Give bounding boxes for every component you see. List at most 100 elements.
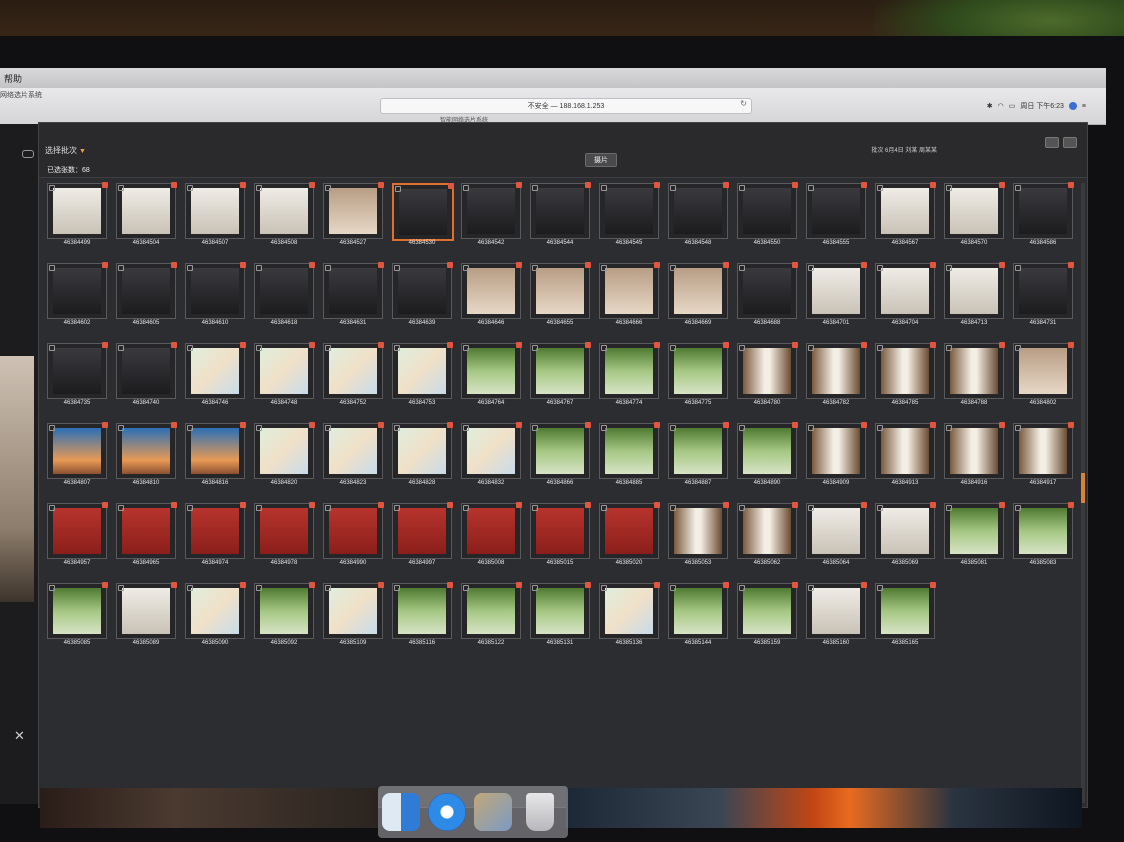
select-checkbox[interactable] xyxy=(877,345,883,351)
menu-help[interactable]: 帮助 xyxy=(0,72,26,85)
photo-item[interactable]: 46384688 xyxy=(737,262,798,327)
select-checkbox[interactable] xyxy=(670,265,676,271)
photo-thumbnail[interactable] xyxy=(806,582,867,639)
selected-badge-icon[interactable] xyxy=(378,262,384,268)
photo-thumbnail[interactable] xyxy=(668,182,729,239)
photo-thumbnail[interactable] xyxy=(806,422,867,479)
select-checkbox[interactable] xyxy=(670,585,676,591)
photo-item[interactable]: 46384990 xyxy=(323,502,384,567)
photo-thumbnail[interactable] xyxy=(806,262,867,319)
photo-item[interactable]: 46384997 xyxy=(392,502,453,567)
photo-item[interactable]: 46384788 xyxy=(944,342,1005,407)
photo-item[interactable]: 46384704 xyxy=(875,262,936,327)
select-checkbox[interactable] xyxy=(1015,425,1021,431)
photo-thumbnail[interactable] xyxy=(116,262,177,319)
photo-thumbnail[interactable] xyxy=(323,262,384,319)
photo-thumbnail[interactable] xyxy=(254,262,315,319)
photo-item[interactable]: 46384542 xyxy=(461,182,522,247)
selected-badge-icon[interactable] xyxy=(723,182,729,188)
photo-thumbnail[interactable] xyxy=(599,502,660,559)
selected-badge-icon[interactable] xyxy=(102,422,108,428)
photo-thumbnail[interactable] xyxy=(461,582,522,639)
photo-thumbnail[interactable] xyxy=(737,582,798,639)
photo-item[interactable]: 46384618 xyxy=(254,262,315,327)
select-checkbox[interactable] xyxy=(808,505,814,511)
selected-badge-icon[interactable] xyxy=(861,502,867,508)
selected-badge-icon[interactable] xyxy=(171,342,177,348)
selected-badge-icon[interactable] xyxy=(723,582,729,588)
photo-item[interactable]: 46384646 xyxy=(461,262,522,327)
selected-badge-icon[interactable] xyxy=(792,342,798,348)
photo-thumbnail[interactable] xyxy=(737,182,798,239)
photo-item[interactable]: 46384957 xyxy=(47,502,108,567)
photo-thumbnail[interactable] xyxy=(875,262,936,319)
photo-item[interactable]: 46385092 xyxy=(254,582,315,647)
photo-item[interactable]: 46384974 xyxy=(185,502,246,567)
select-checkbox[interactable] xyxy=(670,505,676,511)
photo-item[interactable]: 46384655 xyxy=(530,262,591,327)
select-checkbox[interactable] xyxy=(877,425,883,431)
select-checkbox[interactable] xyxy=(187,585,193,591)
select-checkbox[interactable] xyxy=(670,185,676,191)
selected-badge-icon[interactable] xyxy=(309,182,315,188)
selected-badge-icon[interactable] xyxy=(861,582,867,588)
select-checkbox[interactable] xyxy=(946,265,952,271)
photo-thumbnail[interactable] xyxy=(530,342,591,399)
photo-item[interactable]: 46385090 xyxy=(185,582,246,647)
photo-thumbnail[interactable] xyxy=(47,262,108,319)
photo-item[interactable]: 46384748 xyxy=(254,342,315,407)
copy-button[interactable] xyxy=(1063,137,1077,148)
safari-icon[interactable] xyxy=(428,793,466,831)
select-checkbox[interactable] xyxy=(808,345,814,351)
photo-item[interactable]: 46384780 xyxy=(737,342,798,407)
photo-thumbnail[interactable] xyxy=(806,502,867,559)
select-checkbox[interactable] xyxy=(1015,345,1021,351)
photo-thumbnail[interactable] xyxy=(1013,182,1074,239)
photo-item[interactable]: 46384753 xyxy=(392,342,453,407)
photo-thumbnail[interactable] xyxy=(944,262,1005,319)
photo-item[interactable]: 46384890 xyxy=(737,422,798,487)
selected-badge-icon[interactable] xyxy=(654,502,660,508)
selected-badge-icon[interactable] xyxy=(102,342,108,348)
select-checkbox[interactable] xyxy=(325,265,331,271)
selected-badge-icon[interactable] xyxy=(1068,182,1074,188)
select-checkbox[interactable] xyxy=(325,185,331,191)
photo-item[interactable]: 46384550 xyxy=(737,182,798,247)
photo-item[interactable]: 46384605 xyxy=(116,262,177,327)
photo-item[interactable]: 46384820 xyxy=(254,422,315,487)
select-checkbox[interactable] xyxy=(601,345,607,351)
select-checkbox[interactable] xyxy=(49,345,55,351)
photo-item[interactable]: 46385131 xyxy=(530,582,591,647)
photo-item[interactable]: 46384909 xyxy=(806,422,867,487)
select-checkbox[interactable] xyxy=(118,265,124,271)
photo-thumbnail[interactable] xyxy=(392,502,453,559)
photo-item[interactable]: 46385116 xyxy=(392,582,453,647)
selected-badge-icon[interactable] xyxy=(171,182,177,188)
photo-thumbnail[interactable] xyxy=(254,502,315,559)
photo-thumbnail[interactable] xyxy=(668,422,729,479)
selected-badge-icon[interactable] xyxy=(861,422,867,428)
select-checkbox[interactable] xyxy=(187,505,193,511)
photo-item[interactable]: 46384978 xyxy=(254,502,315,567)
photo-thumbnail[interactable] xyxy=(530,182,591,239)
photo-thumbnail[interactable] xyxy=(599,582,660,639)
select-checkbox[interactable] xyxy=(601,265,607,271)
selected-badge-icon[interactable] xyxy=(309,262,315,268)
photo-thumbnail[interactable] xyxy=(806,342,867,399)
select-checkbox[interactable] xyxy=(1015,265,1021,271)
selected-badge-icon[interactable] xyxy=(1068,422,1074,428)
select-checkbox[interactable] xyxy=(946,505,952,511)
selected-badge-icon[interactable] xyxy=(378,342,384,348)
photo-item[interactable]: 46384752 xyxy=(323,342,384,407)
selected-badge-icon[interactable] xyxy=(447,582,453,588)
photos-icon[interactable] xyxy=(474,793,512,831)
photo-item[interactable]: 46384913 xyxy=(875,422,936,487)
selected-badge-icon[interactable] xyxy=(723,342,729,348)
selected-badge-icon[interactable] xyxy=(171,502,177,508)
selected-badge-icon[interactable] xyxy=(309,422,315,428)
photo-item[interactable]: 46385069 xyxy=(875,502,936,567)
select-checkbox[interactable] xyxy=(325,585,331,591)
select-checkbox[interactable] xyxy=(256,505,262,511)
selected-badge-icon[interactable] xyxy=(930,582,936,588)
photo-item[interactable]: 46384508 xyxy=(254,182,315,247)
